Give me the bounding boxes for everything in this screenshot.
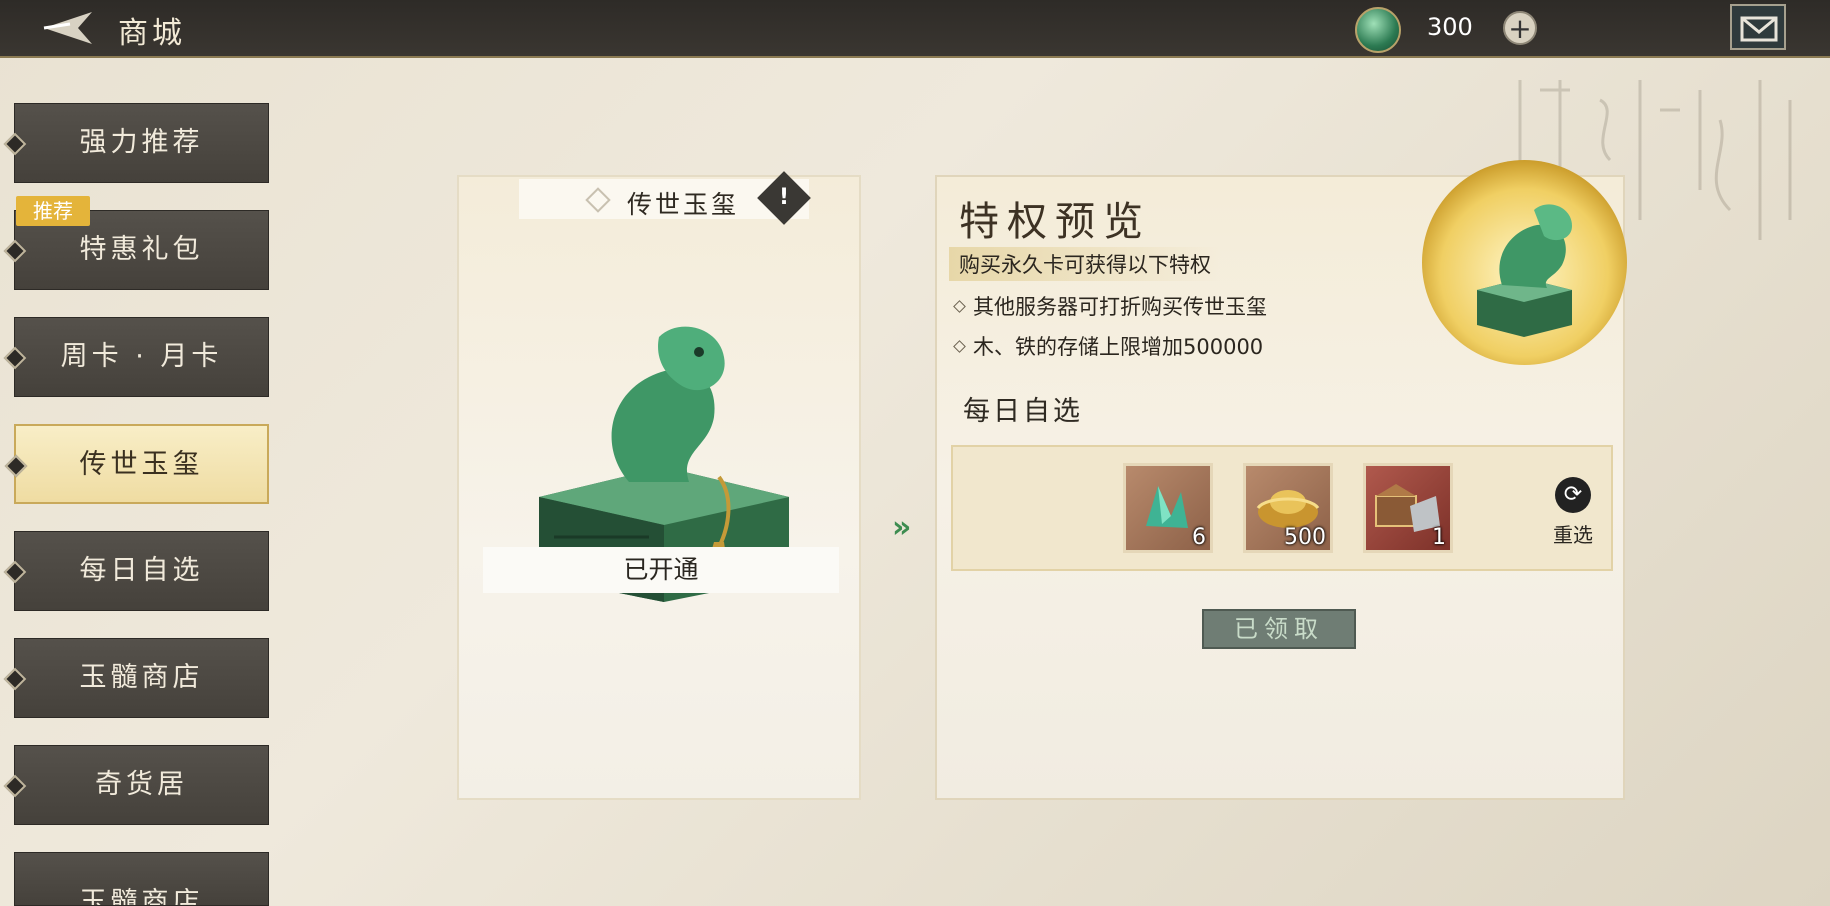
bullet-icon: [953, 340, 966, 353]
diamond-bullet-icon: [4, 454, 28, 478]
reward-count: 500: [1284, 525, 1326, 550]
add-currency-button[interactable]: +: [1503, 11, 1537, 45]
activation-status: 已开通: [623, 555, 699, 584]
sidebar-item-label: 特惠礼包: [79, 234, 204, 265]
mail-icon: [1740, 16, 1778, 42]
ornament-icon: [585, 187, 611, 213]
seal-card: 传世玉玺 ! 已开通: [457, 171, 861, 800]
card-title: 传世玉玺: [627, 190, 740, 219]
sidebar-item-label: 奇货居: [95, 769, 188, 800]
claimed-button[interactable]: 已领取: [1202, 609, 1356, 649]
sidebar-item-label: 每日自选: [79, 555, 204, 586]
diamond-bullet-icon: [3, 346, 27, 370]
daily-pick-title: 每日自选: [963, 396, 1083, 427]
reward-row: 6 500 1 ⟳ 重选: [951, 445, 1613, 571]
info-button[interactable]: !: [757, 171, 811, 225]
currency-display: 300 +: [1355, 5, 1540, 53]
mail-button[interactable]: [1730, 4, 1786, 50]
privilege-item: 木、铁的存储上限增加500000: [953, 331, 1264, 361]
bullet-icon: [953, 300, 966, 313]
diamond-bullet-icon: [3, 774, 27, 798]
privilege-intro: 购买永久卡可获得以下特权: [949, 247, 1221, 281]
sidebar-item-recommended[interactable]: 强力推荐: [3, 103, 269, 183]
jade-coin-icon: [1355, 7, 1401, 53]
recommend-badge: 推荐: [16, 196, 90, 226]
reward-item-gold-ingot[interactable]: 500: [1243, 463, 1333, 553]
sidebar-item-jade-shop[interactable]: 玉髓商店: [3, 638, 269, 718]
sidebar-item-label: 玉髓商店: [79, 887, 204, 906]
reroll-label: 重选: [1553, 523, 1593, 547]
info-icon: !: [778, 185, 790, 210]
panel-title: 特权预览: [959, 199, 1151, 245]
reward-item-treasure-chest[interactable]: 1: [1363, 463, 1453, 553]
sidebar-item-jade-store[interactable]: 玉髓商店: [14, 852, 269, 906]
page-title: 商城: [118, 16, 186, 51]
diamond-bullet-icon: [3, 132, 27, 156]
privilege-text: 木、铁的存储上限增加500000: [973, 335, 1264, 359]
privilege-item: 其他服务器可打折购买传世玉玺: [953, 291, 1267, 321]
status-bar: 已开通: [483, 547, 839, 593]
back-arrow-icon: [43, 12, 92, 44]
back-button[interactable]: [30, 6, 100, 50]
reward-item-jade-crystal[interactable]: 6: [1123, 463, 1213, 553]
diamond-bullet-icon: [3, 560, 27, 584]
diamond-bullet-icon: [3, 667, 27, 691]
sidebar-item-rare-goods[interactable]: 奇货居: [3, 745, 269, 825]
sidebar-item-imperial-seal[interactable]: 传世玉玺: [4, 424, 269, 504]
double-arrow-icon: »: [892, 510, 912, 545]
sidebar-item-week-month-card[interactable]: 周卡 · 月卡: [3, 317, 269, 397]
sidebar-item-label: 周卡 · 月卡: [60, 341, 223, 372]
jade-seal-emblem-icon: [1477, 204, 1572, 337]
sidebar-item-label: 传世玉玺: [79, 449, 204, 480]
diamond-bullet-icon: [3, 239, 27, 263]
sidebar-item-label: 玉髓商店: [79, 662, 204, 693]
refresh-icon: ⟳: [1555, 477, 1591, 513]
top-bar: 商城 300 +: [0, 0, 1830, 58]
seal-emblem: [1422, 160, 1627, 365]
privilege-text: 其他服务器可打折购买传世玉玺: [973, 295, 1267, 319]
reward-count: 1: [1432, 525, 1446, 550]
sidebar-item-label: 强力推荐: [79, 127, 204, 158]
currency-value: 300: [1427, 13, 1473, 41]
sidebar-item-daily-pick[interactable]: 每日自选: [3, 531, 269, 611]
reroll-button[interactable]: ⟳ 重选: [1543, 477, 1603, 548]
reward-count: 6: [1192, 525, 1206, 550]
